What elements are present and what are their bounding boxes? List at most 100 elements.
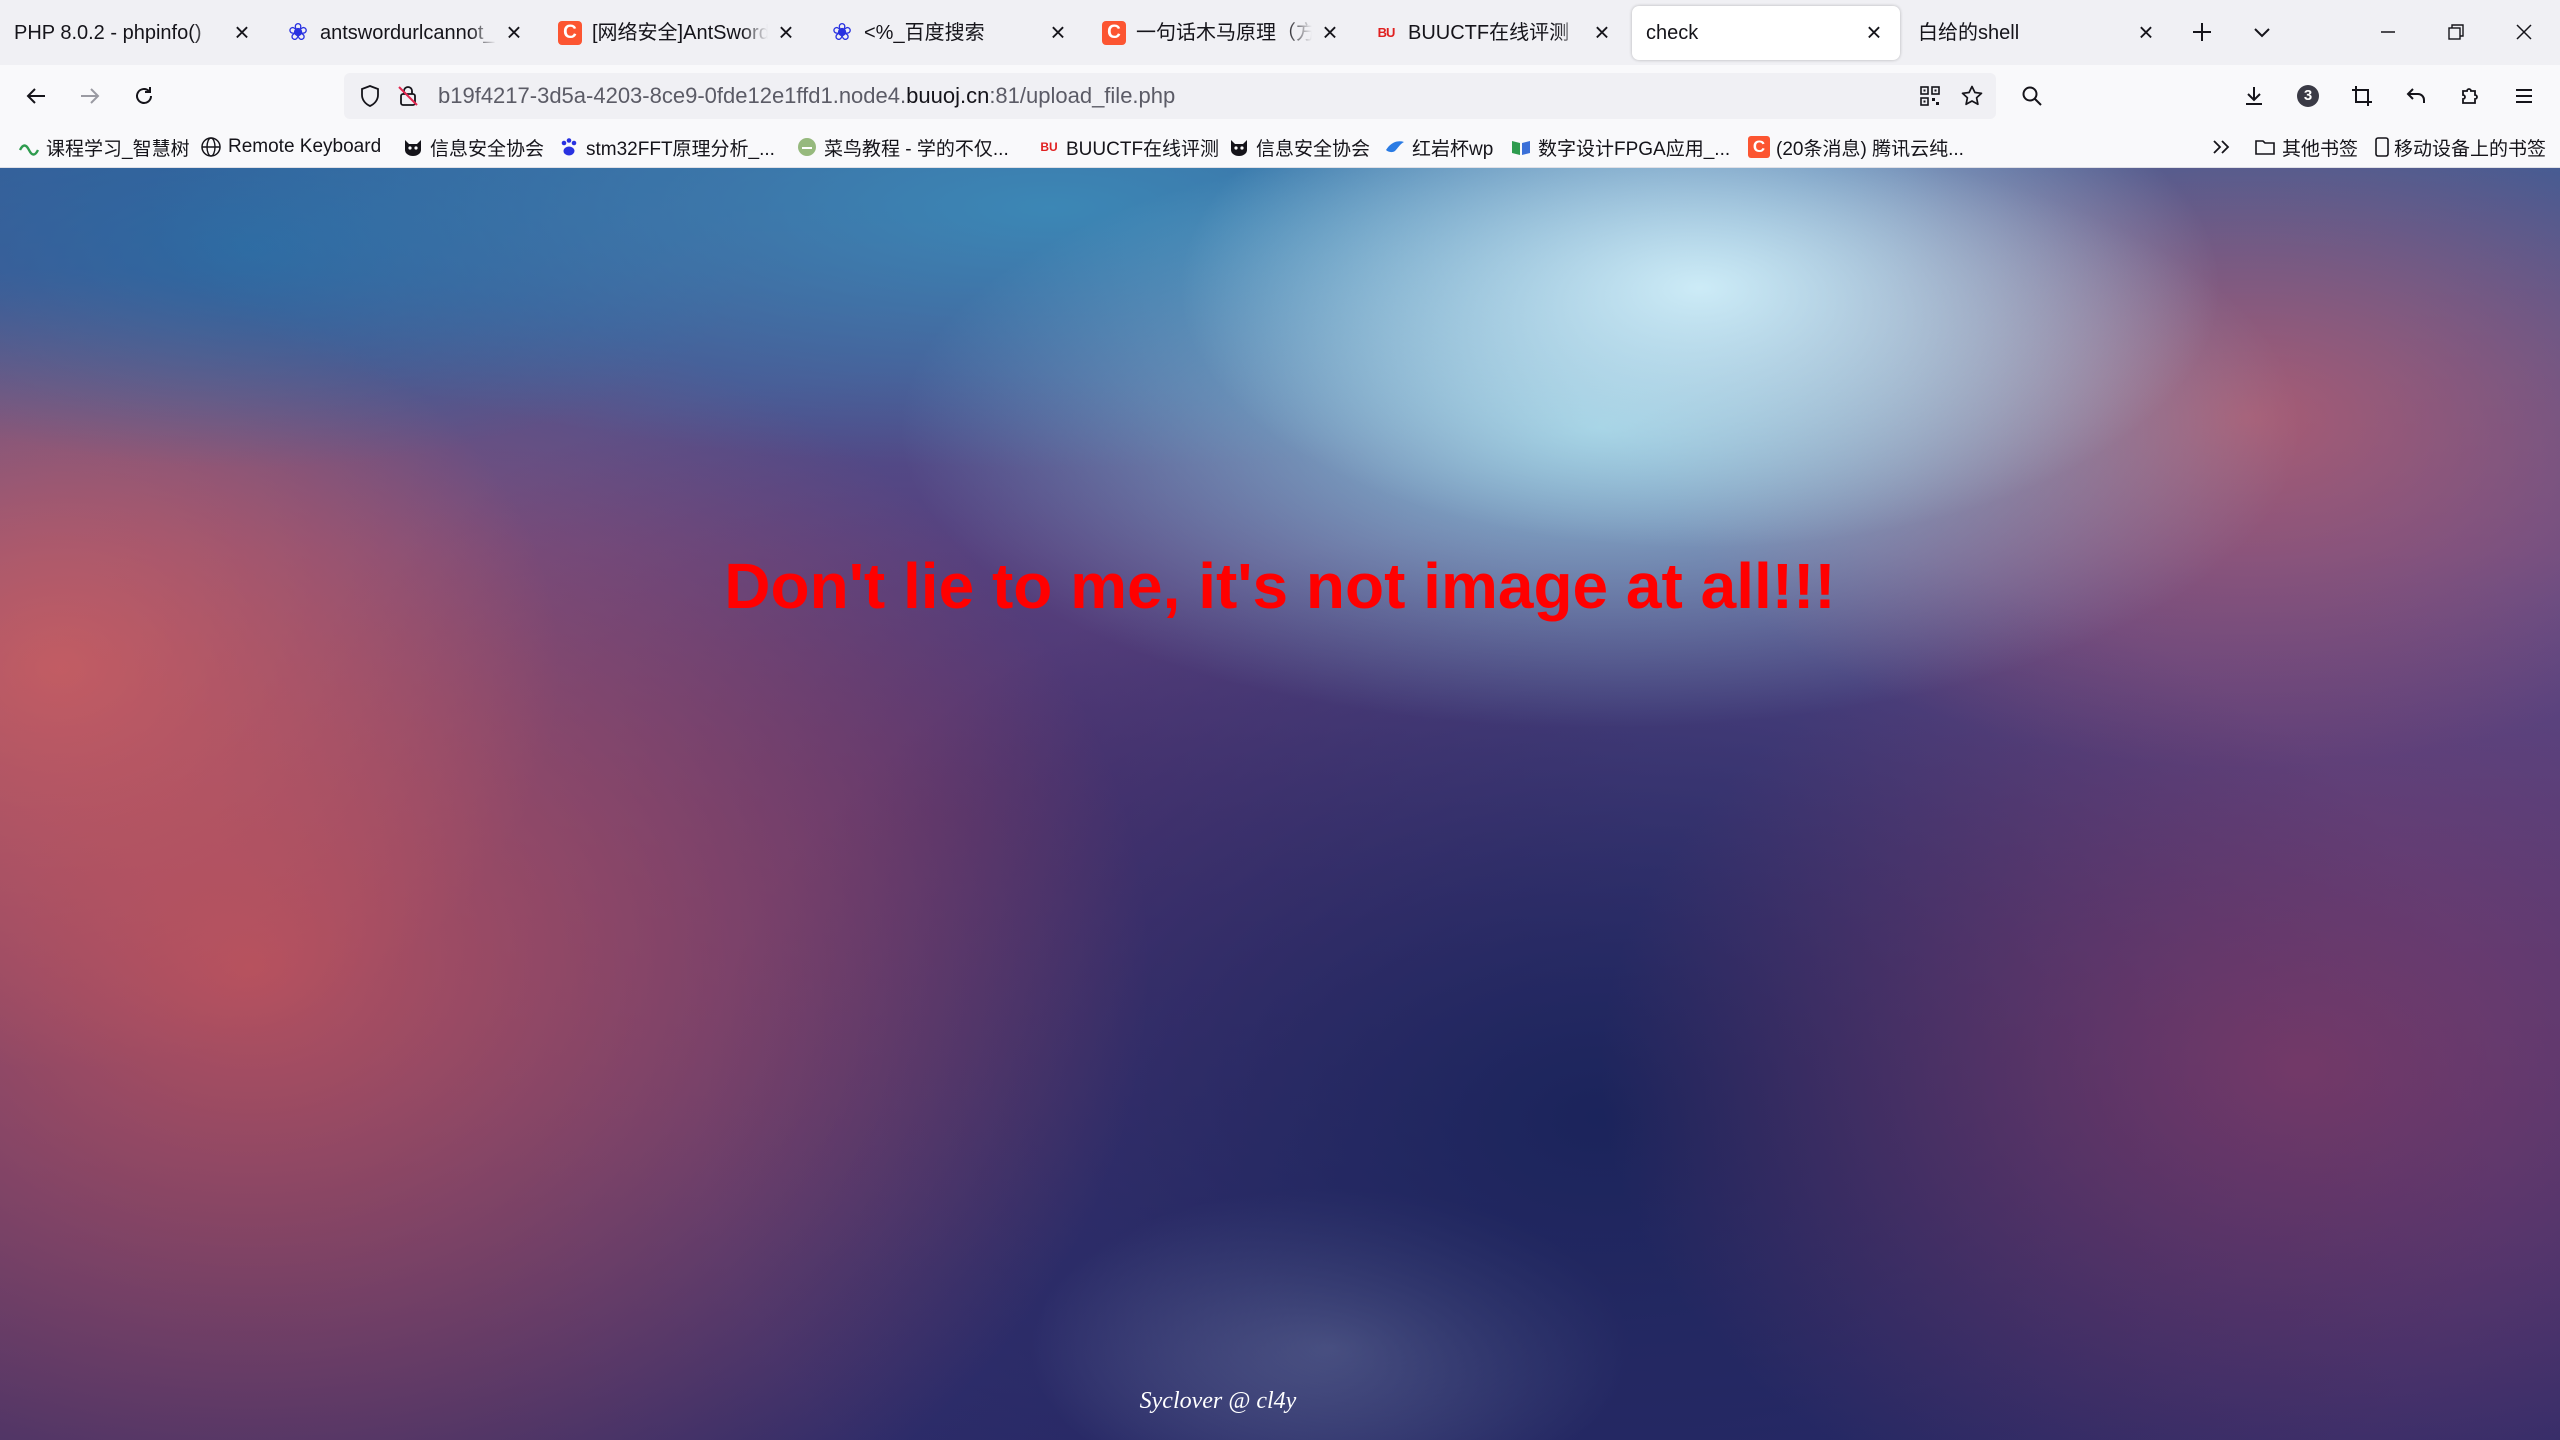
- tab-label: <%_百度搜索: [864, 22, 985, 44]
- tab-label: 白给的shell: [1918, 22, 2020, 44]
- footer-credit: Syclover @ cl4y: [1139, 1388, 1297, 1414]
- book-icon: [1510, 136, 1532, 158]
- tab-shell[interactable]: 白给的shell ×: [1904, 6, 2172, 60]
- bookmark-fpga[interactable]: 数字设计FPGA应用_...: [1510, 127, 1730, 167]
- bookmarks-toolbar: 课程学习_智慧树 Remote Keyboard 信息安全协会 stm32FFT…: [0, 127, 2560, 168]
- bookmark-label: 课程学习_智慧树: [46, 138, 190, 160]
- tab-baidu-search[interactable]: ❀ <%_百度搜索 ×: [816, 6, 1084, 60]
- url-domain: buuoj.cn: [906, 83, 990, 108]
- bookmark-hongyan-wp[interactable]: 红岩杯wp: [1384, 127, 1493, 167]
- bookmark-stm32fft[interactable]: stm32FFT原理分析_...: [558, 127, 775, 167]
- url-bar[interactable]: b19f4217-3d5a-4203-8ce9-0fde12e1ffd1.nod…: [344, 73, 1996, 119]
- close-icon[interactable]: ×: [230, 19, 254, 45]
- bookmark-label: 移动设备上的书签: [2394, 138, 2547, 160]
- tab-csdn-trojan[interactable]: C 一句话木马原理（方法） ×: [1088, 6, 1356, 60]
- restore-button[interactable]: [2422, 0, 2490, 64]
- bookmark-label: 数字设计FPGA应用_...: [1538, 138, 1731, 160]
- close-icon[interactable]: ×: [2134, 19, 2158, 45]
- tab-label: BUUCTF在线评测: [1408, 22, 1570, 44]
- error-message: Don't lie to me, it's not image at all!!…: [724, 550, 1836, 622]
- baidu-paw-icon: ❀: [287, 19, 309, 46]
- globe-icon: [200, 136, 222, 158]
- tab-csdn-antsword[interactable]: C [网络安全]AntSword(蚁剑) ×: [544, 6, 812, 60]
- tab-label: check: [1646, 22, 1699, 44]
- reload-button[interactable]: [122, 74, 166, 118]
- search-button[interactable]: [2010, 74, 2054, 118]
- qr-code-icon[interactable]: [1918, 84, 1942, 113]
- close-window-button[interactable]: [2490, 0, 2558, 64]
- extensions-button[interactable]: [2448, 74, 2492, 118]
- downloads-button[interactable]: [2232, 74, 2276, 118]
- tab-phpinfo[interactable]: PHP 8.0.2 - phpinfo() ×: [0, 6, 268, 60]
- close-icon[interactable]: ×: [1862, 19, 1886, 45]
- other-bookmarks-folder[interactable]: 其他书签: [2254, 127, 2358, 167]
- close-icon: [2516, 24, 2532, 40]
- bookmark-label: stm32FFT原理分析_...: [586, 138, 775, 160]
- baidu-paw-icon: [558, 136, 580, 158]
- mobile-bookmarks-folder[interactable]: 移动设备上的书签: [2374, 127, 2546, 167]
- folder-icon: [2254, 136, 2276, 158]
- close-icon[interactable]: ×: [774, 19, 798, 45]
- search-icon: [2022, 86, 2042, 106]
- bookmark-zhihuishu[interactable]: 课程学习_智慧树: [18, 127, 190, 167]
- list-all-tabs-button[interactable]: [2242, 12, 2282, 52]
- restore-icon: [2448, 24, 2464, 40]
- url-text[interactable]: b19f4217-3d5a-4203-8ce9-0fde12e1ffd1.nod…: [438, 73, 1175, 119]
- bookmarks-overflow-button[interactable]: [2210, 127, 2232, 167]
- star-icon[interactable]: [1960, 84, 1984, 113]
- zhihuishu-icon: [18, 136, 40, 158]
- close-icon[interactable]: ×: [502, 19, 526, 45]
- menu-button[interactable]: [2502, 74, 2546, 118]
- bookmark-buuctf[interactable]: BU BUUCTF在线评测: [1038, 127, 1219, 167]
- bird-icon: [1384, 136, 1406, 158]
- new-tab-button[interactable]: [2182, 12, 2222, 52]
- mobile-device-icon: [2374, 136, 2390, 158]
- extension-badge-button[interactable]: 3: [2286, 74, 2330, 118]
- arrow-left-icon: [26, 88, 45, 104]
- forward-button[interactable]: [68, 74, 112, 118]
- bookmark-remote-keyboard[interactable]: Remote Keyboard: [200, 127, 381, 167]
- url-prefix: b19f4217-3d5a-4203-8ce9-0fde12e1ffd1.nod…: [438, 83, 907, 108]
- bookmark-tencent-cloud[interactable]: C (20条消息) 腾讯云纯...: [1748, 127, 1964, 167]
- baidu-paw-icon: ❀: [831, 19, 853, 46]
- close-icon[interactable]: ×: [1590, 19, 1614, 45]
- bookmark-label: (20条消息) 腾讯云纯...: [1776, 138, 1964, 160]
- csdn-icon: C: [1102, 21, 1126, 45]
- bookmark-runoob[interactable]: 菜鸟教程 - 学的不仅...: [796, 127, 1009, 167]
- close-icon[interactable]: ×: [1318, 19, 1342, 45]
- puzzle-icon: [2462, 88, 2478, 104]
- page-viewport: Don't lie to me, it's not image at all!!…: [0, 168, 2560, 1440]
- tab-label: antswordurlcannot_百度搜索: [320, 22, 496, 44]
- tab-strip: PHP 8.0.2 - phpinfo() × ❀ antswordurlcan…: [0, 0, 2560, 65]
- buuctf-icon: BU: [1377, 25, 1396, 40]
- insecure-lock-icon[interactable]: [396, 84, 420, 113]
- shield-icon[interactable]: [358, 84, 382, 113]
- bookmark-label: 菜鸟教程 - 学的不仅...: [824, 138, 1009, 160]
- download-icon: [2246, 87, 2262, 105]
- tab-buuctf[interactable]: BU BUUCTF在线评测 ×: [1360, 6, 1628, 60]
- bookmark-label: Remote Keyboard: [228, 136, 382, 157]
- minimize-icon: [2381, 31, 2395, 33]
- cat-icon: [1228, 136, 1250, 158]
- undo-close-button[interactable]: [2394, 74, 2438, 118]
- notification-count: 3: [2297, 85, 2319, 107]
- close-icon[interactable]: ×: [1046, 19, 1070, 45]
- crop-icon: [2352, 86, 2372, 106]
- tab-check[interactable]: check ×: [1632, 6, 1900, 60]
- tab-label: PHP 8.0.2 - phpinfo(): [14, 22, 202, 44]
- tab-baidu-antsword[interactable]: ❀ antswordurlcannot_百度搜索 ×: [272, 6, 540, 60]
- chevron-down-icon: [2254, 28, 2270, 38]
- tab-label: [网络安全]AntSword(蚁剑): [592, 22, 768, 44]
- cat-icon: [402, 136, 424, 158]
- screenshot-button[interactable]: [2340, 74, 2384, 118]
- chevron-double-right-icon: [2213, 140, 2230, 154]
- minimize-button[interactable]: [2354, 0, 2422, 64]
- bookmark-security-assoc-2[interactable]: 信息安全协会: [1228, 127, 1370, 167]
- bookmark-label: 红岩杯wp: [1412, 138, 1494, 160]
- url-suffix: :81/upload_file.php: [989, 83, 1176, 108]
- bookmark-security-assoc-1[interactable]: 信息安全协会: [402, 127, 544, 167]
- reload-icon: [136, 87, 152, 104]
- runoob-icon: [796, 136, 818, 158]
- back-button[interactable]: [14, 74, 58, 118]
- csdn-icon: C: [1748, 136, 1770, 158]
